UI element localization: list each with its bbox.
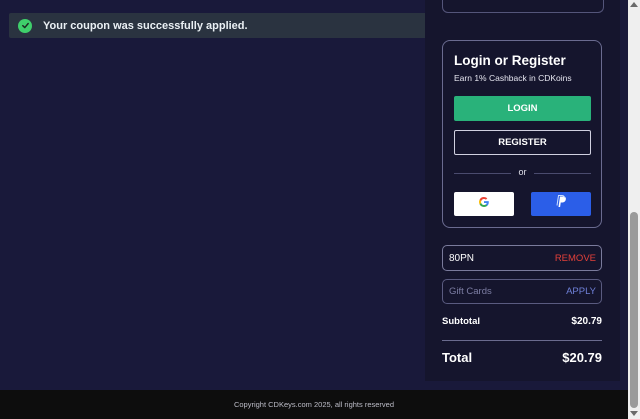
scrollbar-thumb[interactable]	[630, 212, 638, 408]
divider-line	[534, 173, 591, 174]
page-footer: Copyright CDKeys.com 2025, all rights re…	[0, 390, 628, 419]
scroll-down-icon[interactable]	[630, 411, 638, 416]
gift-card-field: APPLY	[442, 279, 602, 304]
scroll-up-icon[interactable]	[630, 2, 638, 7]
check-circle-icon	[18, 18, 32, 33]
paypal-login-button[interactable]	[531, 192, 591, 216]
vertical-scrollbar[interactable]	[628, 0, 640, 419]
login-card: Login or Register Earn 1% Cashback in CD…	[442, 40, 602, 228]
copyright-text: Copyright CDKeys.com 2025, all rights re…	[233, 400, 395, 409]
subtotal-label: Subtotal	[442, 316, 480, 327]
register-button[interactable]: REGISTER	[454, 130, 591, 155]
apply-gift-card-button[interactable]: APPLY	[566, 286, 596, 297]
remove-coupon-button[interactable]: REMOVE	[555, 253, 596, 264]
toast-message: Your coupon was successfully applied.	[43, 19, 248, 32]
google-icon	[478, 195, 490, 213]
total-label: Total	[442, 350, 473, 365]
or-label: or	[518, 167, 527, 177]
login-title: Login or Register	[454, 53, 566, 68]
login-button[interactable]: LOGIN	[454, 96, 591, 121]
order-items-box	[442, 0, 604, 13]
gift-card-input[interactable]	[449, 286, 549, 297]
total-value: $20.79	[562, 350, 602, 365]
applied-coupon: 80PN REMOVE	[442, 245, 602, 271]
or-divider: or	[454, 167, 591, 179]
paypal-icon	[555, 195, 567, 213]
cashback-text: Earn 1% Cashback in CDKoins	[454, 73, 572, 83]
subtotal-value: $20.79	[571, 316, 602, 327]
google-login-button[interactable]	[454, 192, 514, 216]
summary-divider	[442, 340, 602, 341]
coupon-code: 80PN	[449, 252, 475, 264]
